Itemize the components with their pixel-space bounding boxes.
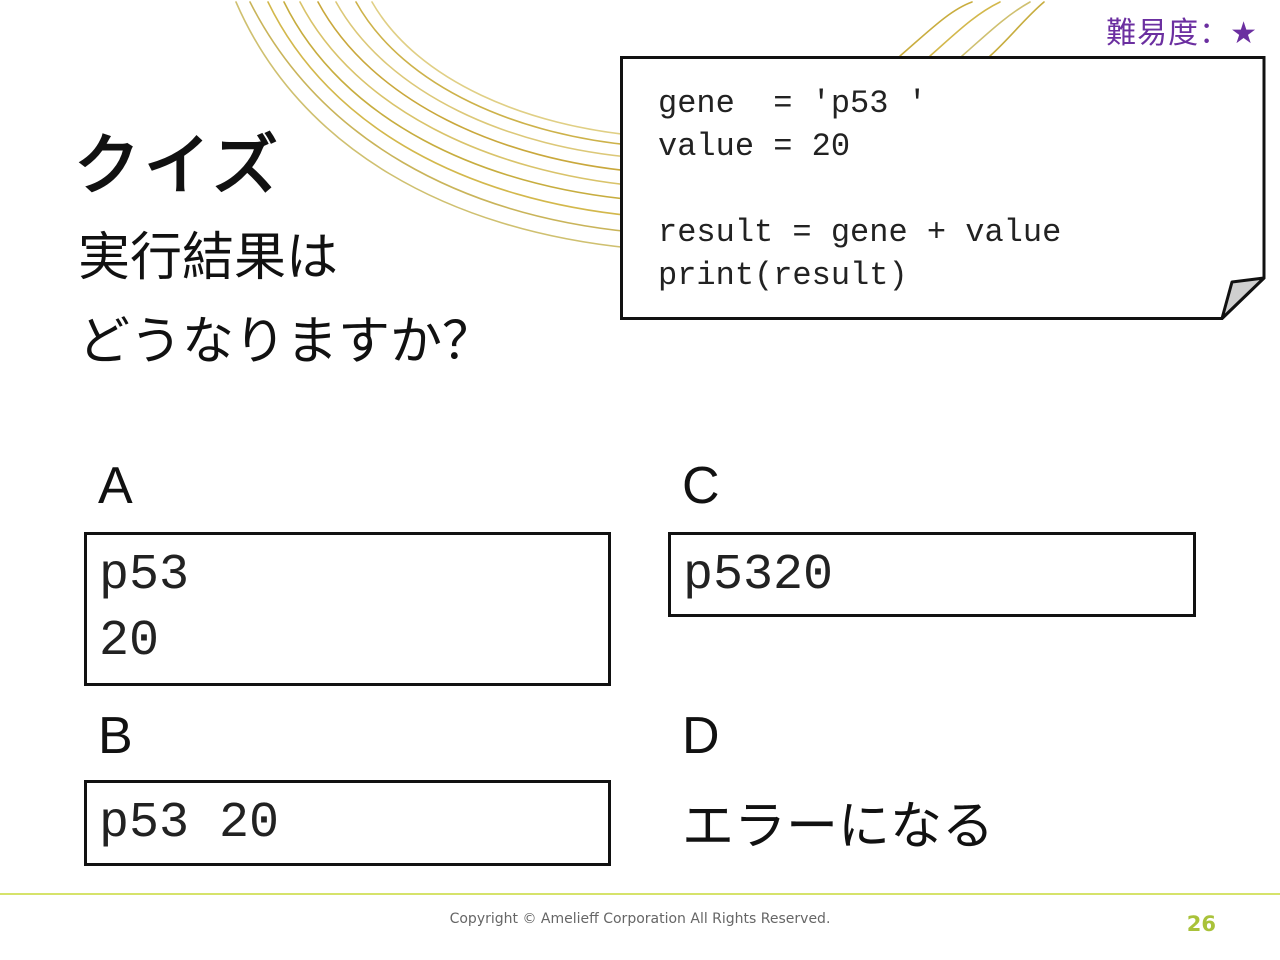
option-c-box[interactable]: p5320 bbox=[668, 532, 1196, 617]
code-snippet-card: gene = 'p53 ' value = 20 result = gene +… bbox=[620, 56, 1266, 320]
option-b-label: B bbox=[98, 707, 133, 765]
option-a-box[interactable]: p53 20 bbox=[84, 532, 611, 686]
question-text: 実行結果は どうなりますか？ bbox=[78, 216, 494, 384]
option-a-answer: p53 20 bbox=[99, 547, 190, 670]
page-number: 26 bbox=[1186, 912, 1216, 936]
option-c-label: C bbox=[682, 457, 720, 515]
option-d-label: D bbox=[682, 707, 720, 765]
option-b-box[interactable]: p53 20 bbox=[84, 780, 611, 866]
question-line-2: どうなりますか？ bbox=[78, 312, 495, 372]
footer-divider bbox=[0, 893, 1280, 895]
code-text: gene = 'p53 ' value = 20 result = gene +… bbox=[658, 85, 1062, 294]
copyright-text: Copyright © Amelieff Corporation All Rig… bbox=[449, 911, 831, 927]
slide-title: クイズ bbox=[74, 127, 283, 204]
option-c-answer: p5320 bbox=[683, 547, 834, 604]
option-a-label: A bbox=[98, 457, 133, 515]
option-d-answer[interactable]: エラーになる bbox=[682, 784, 994, 859]
question-line-1: 実行結果は bbox=[78, 228, 339, 288]
difficulty-rating: 難易度：★ bbox=[1106, 16, 1258, 51]
option-b-answer: p53 20 bbox=[99, 795, 280, 852]
